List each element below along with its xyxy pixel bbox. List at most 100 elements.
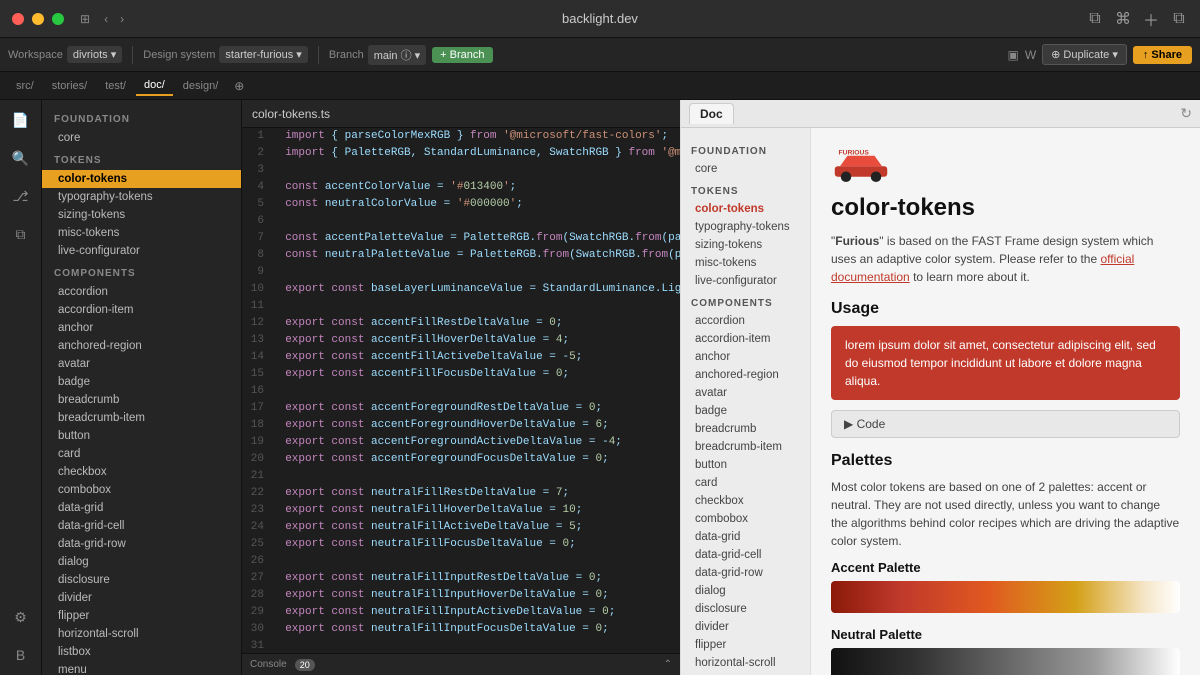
nav-item-flipper[interactable]: flipper	[42, 607, 241, 625]
code-editor[interactable]: 1 import { parseColorMexRGB } from '@mic…	[242, 128, 680, 653]
nav-item-anchor[interactable]: anchor	[42, 319, 241, 337]
nav-item-core[interactable]: core	[42, 129, 241, 147]
nav-item-sizing-tokens[interactable]: sizing-tokens	[42, 206, 241, 224]
add-branch-button[interactable]: + Branch	[432, 47, 492, 63]
doc-nav-misc-tokens[interactable]: misc-tokens	[681, 254, 810, 272]
doc-nav-typography-tokens[interactable]: typography-tokens	[681, 218, 810, 236]
tab-src[interactable]: src/	[8, 77, 42, 95]
doc-nav-data-grid[interactable]: data-grid	[681, 528, 810, 546]
tab-doc[interactable]: doc/	[136, 76, 173, 96]
forward-icon[interactable]: ›	[120, 12, 124, 26]
expand-icon[interactable]: ⌃	[664, 659, 672, 670]
doc-nav-live-configurator[interactable]: live-configurator	[681, 272, 810, 290]
nav-item-button[interactable]: button	[42, 427, 241, 445]
doc-nav-accordion[interactable]: accordion	[681, 312, 810, 330]
nav-item-live-configurator[interactable]: live-configurator	[42, 242, 241, 260]
nav-item-data-grid[interactable]: data-grid	[42, 499, 241, 517]
nav-item-data-grid-cell[interactable]: data-grid-cell	[42, 517, 241, 535]
doc-nav-flipper[interactable]: flipper	[681, 636, 810, 654]
code-file-header: color-tokens.ts	[242, 100, 680, 128]
doc-nav-checkbox[interactable]: checkbox	[681, 492, 810, 510]
refresh-icon[interactable]: ↻	[1180, 105, 1192, 122]
user-icon[interactable]: B	[7, 641, 35, 669]
doc-nav-breadcrumb-item[interactable]: breadcrumb-item	[681, 438, 810, 456]
duplicate-button[interactable]: ⊕ Duplicate ▾	[1042, 44, 1127, 65]
doc-nav-card[interactable]: card	[681, 474, 810, 492]
nav-item-listbox[interactable]: listbox	[42, 643, 241, 661]
code-line: 19 export const accentForegroundActiveDe…	[242, 434, 680, 451]
code-toggle[interactable]: ▶ Code	[831, 410, 1180, 438]
maximize-button[interactable]	[52, 13, 64, 25]
nav-item-divider[interactable]: divider	[42, 589, 241, 607]
nav-item-dialog[interactable]: dialog	[42, 553, 241, 571]
search-icon[interactable]: ⌘	[1114, 10, 1132, 28]
tab-design[interactable]: design/	[175, 77, 226, 95]
line-content: import { parseColorMexRGB } from '@micro…	[272, 128, 668, 145]
nav-item-badge[interactable]: badge	[42, 373, 241, 391]
doc-nav-divider[interactable]: divider	[681, 618, 810, 636]
doc-nav-combobox[interactable]: combobox	[681, 510, 810, 528]
nav-item-combobox[interactable]: combobox	[42, 481, 241, 499]
doc-nav-core[interactable]: core	[681, 160, 810, 178]
nav-item-disclosure[interactable]: disclosure	[42, 571, 241, 589]
extensions-icon[interactable]: ⧉	[7, 220, 35, 248]
doc-nav-color-tokens[interactable]: color-tokens	[681, 200, 810, 218]
settings-bottom-icon[interactable]: ⚙	[7, 603, 35, 631]
files-icon[interactable]: 📄	[7, 106, 35, 134]
doc-nav-avatar[interactable]: avatar	[681, 384, 810, 402]
plus-tab-icon[interactable]: ⊕	[234, 79, 244, 93]
git-icon[interactable]: ⎇	[7, 182, 35, 210]
doc-nav-data-grid-row[interactable]: data-grid-row	[681, 564, 810, 582]
share-button[interactable]: ↑ Share	[1133, 46, 1192, 64]
file-tabs: src/ stories/ test/ doc/ design/ ⊕	[0, 72, 1200, 100]
close-button[interactable]	[12, 13, 24, 25]
doc-nav-badge[interactable]: badge	[681, 402, 810, 420]
nav-item-avatar[interactable]: avatar	[42, 355, 241, 373]
nav-item-breadcrumb[interactable]: breadcrumb	[42, 391, 241, 409]
split-icon[interactable]: ⧉	[1170, 10, 1188, 28]
nav-item-accordion-item[interactable]: accordion-item	[42, 301, 241, 319]
new-tab-icon[interactable]: ＋	[1142, 10, 1160, 28]
nav-item-checkbox[interactable]: checkbox	[42, 463, 241, 481]
nav-item-typography-tokens[interactable]: typography-tokens	[42, 188, 241, 206]
nav-item-card[interactable]: card	[42, 445, 241, 463]
nav-item-horizontal-scroll[interactable]: horizontal-scroll	[42, 625, 241, 643]
doc-nav-anchored-region[interactable]: anchored-region	[681, 366, 810, 384]
line-number: 30	[242, 621, 272, 638]
design-system-selector[interactable]: starter-furious ▾	[219, 46, 307, 63]
code-icon[interactable]: W	[1025, 48, 1036, 62]
nav-item-color-tokens[interactable]: color-tokens	[42, 170, 241, 188]
doc-main: FURIOUS color-tokens "Furious" is based …	[811, 128, 1200, 675]
doc-nav-button[interactable]: button	[681, 456, 810, 474]
nav-item-accordion[interactable]: accordion	[42, 283, 241, 301]
monitor-icon[interactable]: ▣	[1007, 48, 1018, 62]
doc-nav-accordion-item[interactable]: accordion-item	[681, 330, 810, 348]
back-icon[interactable]: ‹	[104, 12, 108, 26]
doc-nav-anchor[interactable]: anchor	[681, 348, 810, 366]
browser-icon[interactable]: ⧉	[1086, 10, 1104, 28]
tokens-section-label: TOKENS	[42, 147, 241, 170]
nav-item-breadcrumb-item[interactable]: breadcrumb-item	[42, 409, 241, 427]
nav-item-misc-tokens[interactable]: misc-tokens	[42, 224, 241, 242]
code-line: 9	[242, 264, 680, 281]
minimize-button[interactable]	[32, 13, 44, 25]
doc-nav-data-grid-cell[interactable]: data-grid-cell	[681, 546, 810, 564]
nav-item-data-grid-row[interactable]: data-grid-row	[42, 535, 241, 553]
code-toggle-label: ▶ Code	[844, 417, 885, 431]
nav-item-anchored-region[interactable]: anchored-region	[42, 337, 241, 355]
nav-item-menu[interactable]: menu	[42, 661, 241, 675]
doc-nav-breadcrumb[interactable]: breadcrumb	[681, 420, 810, 438]
tab-doc-main[interactable]: Doc	[689, 103, 734, 124]
grid-icon[interactable]: ⊞	[80, 12, 90, 26]
code-line: 25 export const neutralFillFocusDeltaVal…	[242, 536, 680, 553]
code-line: 2 import { PaletteRGB, StandardLuminance…	[242, 145, 680, 162]
tab-test[interactable]: test/	[97, 77, 134, 95]
search-sidebar-icon[interactable]: 🔍	[7, 144, 35, 172]
doc-nav-disclosure[interactable]: disclosure	[681, 600, 810, 618]
doc-nav-horizontal-scroll[interactable]: horizontal-scroll	[681, 654, 810, 672]
branch-selector[interactable]: main ⓘ ▾	[368, 45, 426, 65]
tab-stories[interactable]: stories/	[44, 77, 95, 95]
doc-nav-sizing-tokens[interactable]: sizing-tokens	[681, 236, 810, 254]
workspace-selector[interactable]: divriots ▾	[67, 46, 122, 63]
doc-nav-dialog[interactable]: dialog	[681, 582, 810, 600]
